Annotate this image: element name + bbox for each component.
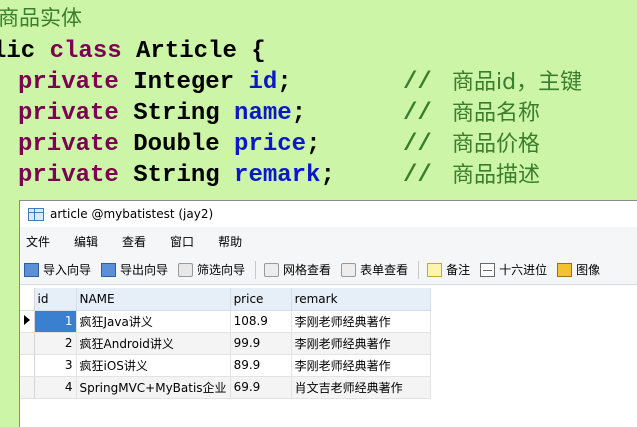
data-grid: id NAME price remark 1 疯狂Java讲义 108.9 李刚…: [20, 288, 431, 399]
cell-name[interactable]: 疯狂Java讲义: [76, 310, 231, 333]
column-header-remark[interactable]: remark: [291, 288, 431, 311]
menu-view[interactable]: 查看: [122, 231, 146, 252]
code-comment-name: 商品名称: [452, 101, 541, 126]
code-comment-slash: //: [403, 100, 432, 127]
column-header-id[interactable]: id: [34, 288, 77, 311]
code-comment-title: 商品实体: [0, 6, 82, 30]
table-row[interactable]: 3 疯狂iOS讲义 89.9 李刚老师经典著作: [20, 354, 431, 377]
cell-id[interactable]: 2: [34, 332, 77, 355]
row-arrow-icon: [24, 315, 30, 325]
grid-header-row: id NAME price remark: [20, 288, 431, 311]
cell-name[interactable]: 疯狂iOS讲义: [76, 354, 231, 377]
menu-file[interactable]: 文件: [26, 231, 50, 252]
code-field-name: private String name;: [18, 100, 307, 127]
cell-id[interactable]: 4: [34, 376, 77, 399]
code-comment-price: 商品价格: [452, 132, 541, 157]
table-window: article @mybatistest (jay2) 文件 编辑 查看 窗口 …: [19, 200, 637, 427]
note-icon: [427, 262, 443, 277]
menu-window[interactable]: 窗口: [170, 231, 194, 252]
table-icon: [28, 207, 44, 221]
column-header-name[interactable]: NAME: [76, 288, 231, 311]
cell-id[interactable]: 1: [34, 310, 77, 333]
row-indicator: [20, 376, 35, 399]
cell-id[interactable]: 3: [34, 354, 77, 377]
filter-icon: [178, 262, 194, 277]
code-comment-slash: //: [403, 131, 432, 158]
table-row[interactable]: 4 SpringMVC+MyBatis企业 69.9 肖文吉老师经典著作: [20, 376, 431, 399]
cell-price[interactable]: 89.9: [230, 354, 292, 377]
cell-remark[interactable]: 李刚老师经典著作: [291, 354, 431, 377]
code-class-declaration: lic class Article {: [0, 38, 266, 65]
grid-view-button[interactable]: 网格查看: [264, 261, 331, 278]
code-field-id: private Integer id;: [18, 69, 292, 96]
column-header-price[interactable]: price: [230, 288, 292, 311]
form-view-icon: [341, 262, 357, 277]
toolbar-separator: [255, 260, 257, 279]
cell-price[interactable]: 108.9: [230, 310, 292, 333]
menu-help[interactable]: 帮助: [218, 231, 242, 252]
window-title: article @mybatistest (jay2): [50, 207, 214, 221]
cell-remark[interactable]: 肖文吉老师经典著作: [291, 376, 431, 399]
code-comment-id: 商品id，主键: [452, 70, 583, 95]
table-row[interactable]: 1 疯狂Java讲义 108.9 李刚老师经典著作: [20, 310, 431, 333]
current-row-indicator: [20, 310, 35, 333]
note-button[interactable]: 备注: [427, 261, 470, 278]
menu-edit[interactable]: 编辑: [74, 231, 98, 252]
cell-remark[interactable]: 李刚老师经典著作: [291, 310, 431, 333]
import-icon: [24, 262, 39, 277]
code-comment-remark: 商品描述: [452, 163, 541, 188]
code-comment-slash: //: [403, 69, 432, 96]
image-icon: [557, 262, 573, 277]
cell-price[interactable]: 69.9: [230, 376, 292, 399]
toolbar: 导入向导 导出向导 筛选向导 网格查看 表单查看 备注 十六进位 图像: [20, 255, 637, 285]
code-comment-slash: //: [403, 162, 432, 189]
export-wizard-button[interactable]: 导出向导: [101, 261, 168, 278]
menu-bar: 文件 编辑 查看 窗口 帮助: [20, 227, 637, 255]
row-indicator-header: [20, 288, 35, 311]
window-titlebar[interactable]: article @mybatistest (jay2): [20, 201, 637, 227]
cell-remark[interactable]: 李刚老师经典著作: [291, 332, 431, 355]
filter-wizard-button[interactable]: 筛选向导: [178, 261, 245, 278]
row-indicator: [20, 332, 35, 355]
grid-view-icon: [264, 262, 280, 277]
hex-button[interactable]: 十六进位: [480, 261, 547, 278]
code-field-price: private Double price;: [18, 131, 321, 158]
image-button[interactable]: 图像: [557, 261, 600, 278]
code-editor: 商品实体 lic class Article { private Integer…: [0, 0, 637, 200]
code-field-remark: private String remark;: [18, 162, 335, 189]
table-row[interactable]: 2 疯狂Android讲义 99.9 李刚老师经典著作: [20, 332, 431, 355]
cell-name[interactable]: 疯狂Android讲义: [76, 332, 231, 355]
import-wizard-button[interactable]: 导入向导: [24, 261, 91, 278]
cell-name[interactable]: SpringMVC+MyBatis企业: [76, 376, 231, 399]
row-indicator: [20, 354, 35, 377]
cell-price[interactable]: 99.9: [230, 332, 292, 355]
export-icon: [101, 262, 117, 277]
hex-icon: [480, 262, 496, 277]
form-view-button[interactable]: 表单查看: [341, 261, 408, 278]
toolbar-separator: [418, 260, 420, 279]
